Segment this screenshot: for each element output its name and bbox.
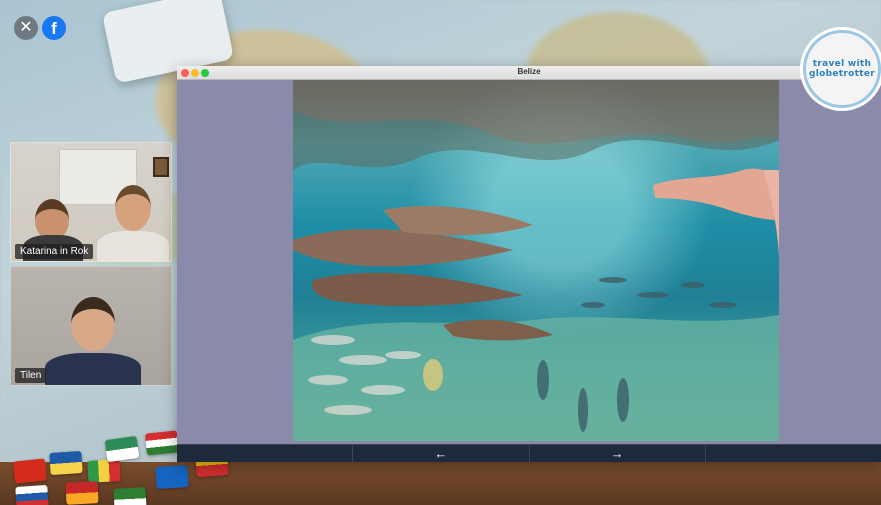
wall-picture	[153, 157, 169, 177]
flag	[65, 481, 99, 505]
flag	[87, 459, 121, 483]
logo-line-1: travel with	[812, 59, 872, 69]
flag	[12, 458, 48, 484]
person-body	[45, 353, 141, 385]
travel-with-globetrotter-logo: travel with globetrotter	[803, 30, 881, 108]
arrow-left-icon: ←	[434, 446, 448, 461]
close-button[interactable]: ✕	[14, 16, 38, 40]
person-head	[71, 297, 115, 351]
participant-name: Tilen	[15, 368, 47, 383]
nav-spacer	[177, 445, 354, 462]
facebook-icon: f	[51, 19, 57, 38]
next-button[interactable]: →	[530, 445, 706, 462]
arrow-right-icon: →	[610, 446, 624, 461]
facebook-button[interactable]: f	[42, 16, 66, 40]
person-body	[97, 231, 169, 261]
flag	[49, 450, 83, 476]
slideshow-nav-bar: ← →	[177, 444, 881, 462]
participant-name: Katarina in Rok	[15, 244, 94, 259]
person-head	[115, 185, 151, 231]
flag	[155, 464, 189, 490]
photo-illustration	[293, 80, 779, 441]
window-title: Belize	[517, 67, 541, 76]
logo-line-2: globetrotter	[809, 69, 875, 79]
underwater-photo	[293, 80, 779, 441]
flag	[144, 430, 180, 456]
window-titlebar[interactable]: Belize	[177, 66, 881, 80]
close-icon: ✕	[19, 19, 33, 36]
flag	[113, 487, 147, 505]
video-tile-tilen: Tilen	[10, 266, 172, 386]
photo-viewer-window: Belize ← →	[177, 66, 881, 462]
prev-button[interactable]: ←	[353, 445, 530, 462]
flag	[15, 484, 49, 505]
video-tile-katarina-rok: Katarina in Rok	[10, 142, 172, 262]
flag	[104, 435, 140, 463]
